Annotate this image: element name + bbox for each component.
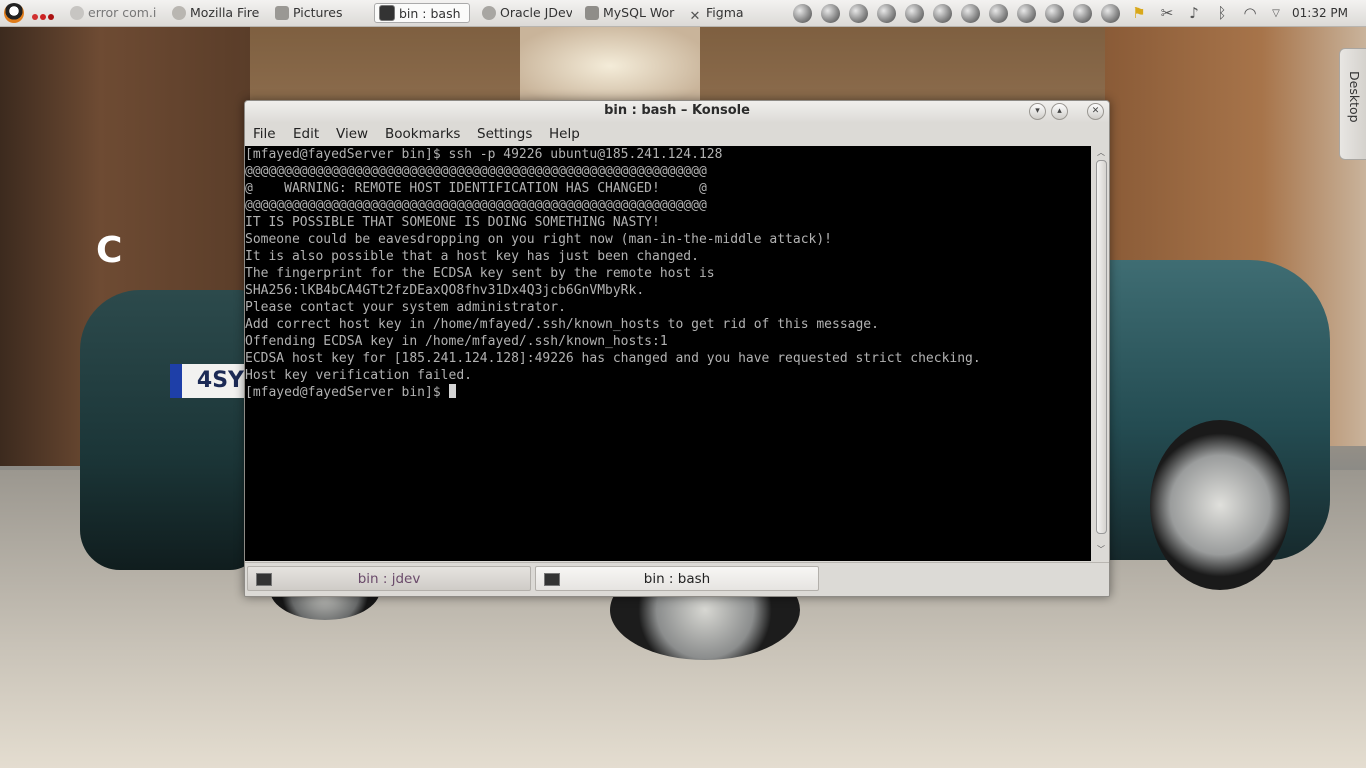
- network-globe-icon[interactable]: [1073, 4, 1092, 23]
- updates-icon[interactable]: ⚑: [1129, 4, 1149, 23]
- network-globe-icon[interactable]: [1017, 4, 1036, 23]
- network-globe-icon[interactable]: [1045, 4, 1064, 23]
- terminal-scrollbar[interactable]: ︿ ﹀: [1094, 146, 1109, 561]
- terminal-line: @@@@@@@@@@@@@@@@@@@@@@@@@@@@@@@@@@@@@@@@…: [245, 164, 707, 179]
- tab-bin-jdev[interactable]: bin : jdev: [247, 566, 531, 591]
- desktop-toolbox[interactable]: Desktop: [1339, 48, 1366, 160]
- desktop-label: Desktop: [1347, 71, 1362, 123]
- maximize-icon[interactable]: ▴: [1051, 103, 1068, 120]
- terminal-line: Someone could be eavesdropping on you ri…: [245, 232, 832, 247]
- network-globe-icon[interactable]: [905, 4, 924, 23]
- folder-icon: [275, 6, 289, 20]
- terminal-prompt: [mfayed@fayedServer bin]$: [245, 385, 449, 400]
- terminal-icon: [544, 573, 560, 586]
- network-globe-icon[interactable]: [793, 4, 812, 23]
- clipboard-scissors-icon[interactable]: ✂: [1157, 4, 1177, 23]
- scroll-up-icon[interactable]: ︿: [1096, 149, 1106, 157]
- menu-view[interactable]: View: [336, 126, 368, 142]
- wallpaper-license-plate: 4SY: [170, 364, 248, 398]
- terminal-icon: [379, 5, 395, 21]
- window-title: bin : bash – Konsole: [604, 103, 750, 118]
- taskbar: error com.i Mozilla Fire Pictures bin : …: [0, 0, 1366, 27]
- task-konsole[interactable]: bin : bash: [374, 3, 470, 23]
- terminal-line: [mfayed@fayedServer bin]$ ssh -p 49226 u…: [245, 147, 723, 162]
- terminal-line: Please contact your system administrator…: [245, 300, 566, 315]
- terminal-line: The fingerprint for the ECDSA key sent b…: [245, 266, 715, 281]
- tab-bin-bash[interactable]: bin : bash: [535, 566, 819, 591]
- task-mysql-workbench[interactable]: MySQL Wor: [585, 3, 675, 23]
- wallpaper-wheel: [1150, 420, 1290, 590]
- network-globe-icon[interactable]: [933, 4, 952, 23]
- network-globe-icon[interactable]: [849, 4, 868, 23]
- bluetooth-icon[interactable]: ᛒ: [1212, 4, 1232, 23]
- tray-expand-chevron-icon[interactable]: ▽: [1266, 4, 1286, 23]
- menu-bookmarks[interactable]: Bookmarks: [385, 126, 460, 142]
- title-bar[interactable]: bin : bash – Konsole ▾ ▴ ✕: [245, 101, 1109, 123]
- jdeveloper-icon: [482, 6, 496, 20]
- terminal-line: It is also possible that a host key has …: [245, 249, 699, 264]
- close-icon[interactable]: ✕: [1087, 103, 1104, 120]
- terminal-line: IT IS POSSIBLE THAT SOMEONE IS DOING SOM…: [245, 215, 660, 230]
- wifi-icon[interactable]: ◠: [1240, 4, 1260, 23]
- wallpaper-building-letter: C: [96, 230, 123, 271]
- network-globe-icon[interactable]: [877, 4, 896, 23]
- menu-file[interactable]: File: [253, 126, 276, 142]
- scroll-down-icon[interactable]: ﹀: [1096, 546, 1106, 554]
- terminal-line: Add correct host key in /home/mfayed/.ss…: [245, 317, 879, 332]
- terminal-prompt-line: [mfayed@fayedServer bin]$: [245, 384, 1091, 401]
- task-firefox[interactable]: Mozilla Fire: [172, 3, 260, 23]
- menu-bar: File Edit View Bookmarks Settings Help: [245, 123, 1109, 145]
- wallpaper-sky: [520, 26, 700, 106]
- network-globe-icon[interactable]: [1101, 4, 1120, 23]
- terminal-area[interactable]: [mfayed@fayedServer bin]$ ssh -p 49226 u…: [245, 146, 1091, 561]
- scrollbar-thumb[interactable]: [1096, 160, 1107, 534]
- session-tab-bar: bin : jdev bin : bash: [245, 562, 1109, 596]
- terminal-line: ECDSA host key for [185.241.124.128]:492…: [245, 351, 981, 366]
- terminal-line: @ WARNING: REMOTE HOST IDENTIFICATION HA…: [245, 181, 707, 196]
- clock[interactable]: 01:32 PM: [1292, 3, 1348, 23]
- task-jdeveloper[interactable]: Oracle JDev: [482, 3, 572, 23]
- network-globe-icon[interactable]: [961, 4, 980, 23]
- task-pictures[interactable]: Pictures: [275, 3, 365, 23]
- terminal-icon: [256, 573, 272, 586]
- app-launcher-icon[interactable]: [4, 3, 24, 23]
- network-globe-icon[interactable]: [989, 4, 1008, 23]
- minimize-icon[interactable]: ▾: [1029, 103, 1046, 120]
- firefox-icon: [172, 6, 186, 20]
- task-error[interactable]: error com.i: [70, 3, 160, 23]
- activities-icon[interactable]: [32, 9, 56, 20]
- konsole-window: bin : bash – Konsole ▾ ▴ ✕ File Edit Vie…: [244, 100, 1110, 597]
- terminal-cursor: [448, 384, 456, 398]
- figma-icon: ✕: [689, 9, 701, 24]
- terminal-line: Host key verification failed.: [245, 368, 472, 383]
- task-figma[interactable]: ✕ Figma: [688, 3, 758, 23]
- terminal-line: @@@@@@@@@@@@@@@@@@@@@@@@@@@@@@@@@@@@@@@@…: [245, 198, 707, 213]
- menu-help[interactable]: Help: [549, 126, 580, 142]
- volume-icon[interactable]: ♪: [1184, 4, 1204, 23]
- mysql-icon: [585, 6, 599, 20]
- wallpaper-car-rear: [80, 290, 260, 570]
- menu-edit[interactable]: Edit: [293, 126, 319, 142]
- network-globe-icon[interactable]: [821, 4, 840, 23]
- browser-icon: [70, 6, 84, 20]
- terminal-line: Offending ECDSA key in /home/mfayed/.ssh…: [245, 334, 668, 349]
- terminal-line: SHA256:lKB4bCA4GTt2fzDEaxQO8fhv31Dx4Q3jc…: [245, 283, 645, 298]
- menu-settings[interactable]: Settings: [477, 126, 532, 142]
